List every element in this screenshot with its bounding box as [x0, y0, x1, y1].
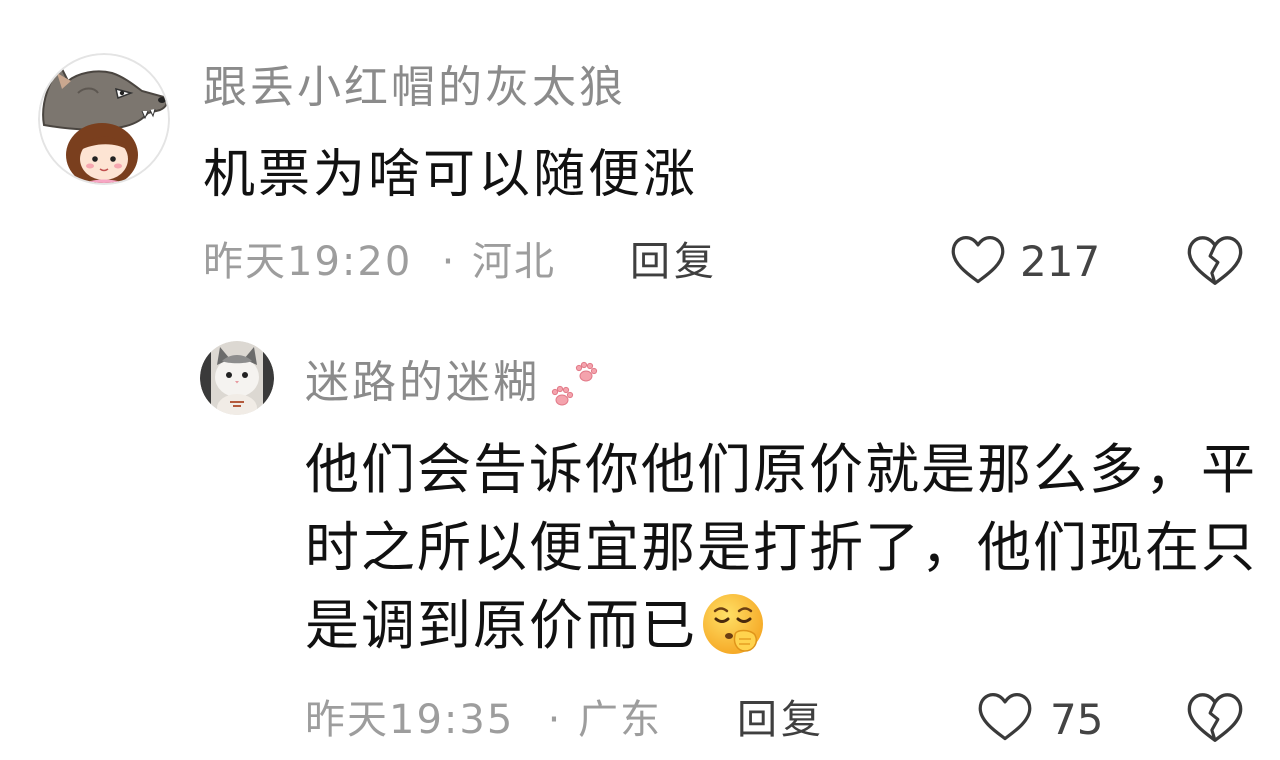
broken-heart-icon	[1187, 236, 1243, 285]
hand-over-mouth-face-emoji-icon	[699, 591, 767, 659]
reply-button[interactable]: 回复	[630, 238, 718, 286]
dislike-button[interactable]	[1186, 691, 1244, 745]
username[interactable]: 跟丢小红帽的灰太狼	[203, 64, 626, 112]
like-button[interactable]: 217	[948, 232, 1108, 288]
comment-text: 机票为啥可以随便涨	[203, 145, 699, 205]
comment-text: 他们会告诉你他们原价就是那么多，平时之所以便宜那是打折了，他们现在只是调到原价而…	[305, 431, 1265, 665]
reply-button[interactable]: 回复	[737, 696, 825, 744]
like-count: 75	[1050, 695, 1104, 744]
username[interactable]: 迷路的迷糊	[305, 359, 540, 407]
paw-prints-icon	[548, 355, 604, 411]
meta-separator: ·	[441, 239, 455, 285]
comment-time: 昨天19:20	[203, 239, 413, 285]
user-avatar[interactable]	[200, 341, 274, 415]
comment-location: 广东	[578, 697, 662, 743]
comment-time: 昨天19:35	[305, 697, 515, 743]
heart-outline-icon	[977, 691, 1033, 743]
wolf-girl-avatar-icon	[38, 53, 170, 185]
broken-heart-icon	[1187, 693, 1243, 742]
meta-separator: ·	[547, 697, 561, 743]
like-button[interactable]: 75	[975, 690, 1105, 746]
dislike-button[interactable]	[1186, 234, 1244, 288]
user-avatar[interactable]	[38, 53, 170, 185]
like-count: 217	[1020, 237, 1101, 286]
heart-outline-icon	[950, 234, 1006, 286]
cat-avatar-icon	[200, 341, 274, 415]
comment-text-body: 他们会告诉你他们原价就是那么多，平时之所以便宜那是打折了，他们现在只是调到原价而…	[305, 438, 1257, 657]
comment-location: 河北	[472, 239, 556, 285]
